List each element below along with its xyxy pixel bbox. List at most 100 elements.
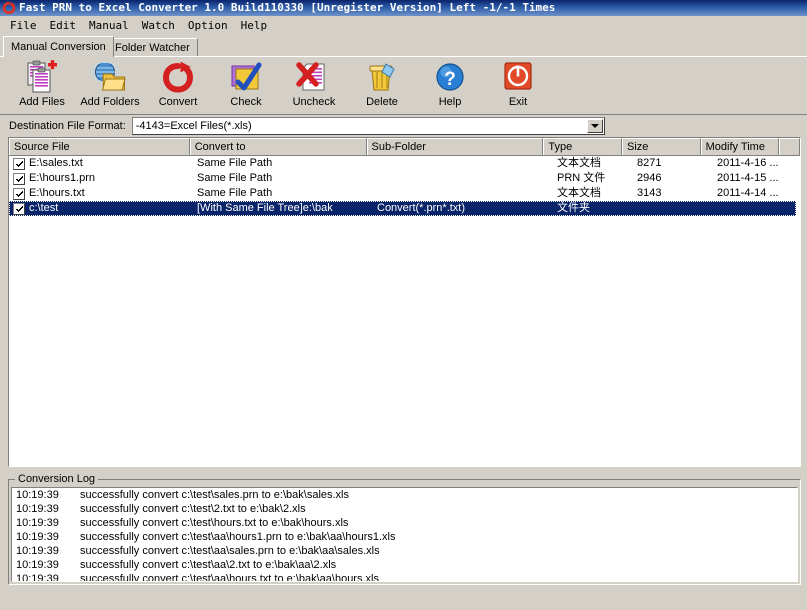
help-label: Help: [438, 96, 462, 108]
row-checkbox[interactable]: [13, 157, 25, 170]
tabstrip: Manual Conversion Folder Watcher: [0, 36, 807, 57]
uncheck-button[interactable]: Uncheck: [280, 57, 348, 113]
cell-convert-to: Same File Path: [197, 187, 273, 199]
window-titlebar: Fast PRN to Excel Converter 1.0 Build110…: [0, 0, 807, 16]
delete-icon: [364, 60, 400, 94]
column-header-filler[interactable]: [779, 138, 800, 155]
cell-source-file: c:\test: [29, 202, 59, 214]
log-message: successfully convert c:\test\aa\2.txt to…: [80, 559, 337, 571]
conversion-log-list[interactable]: 10:19:39 successfully convert c:\test\sa…: [11, 487, 798, 582]
log-time: 10:19:39: [16, 489, 59, 501]
destination-format-combobox[interactable]: -4143=Excel Files(*.xls): [131, 117, 605, 135]
window-title: Fast PRN to Excel Converter 1.0 Build110…: [19, 1, 556, 14]
help-button[interactable]: ? Help: [416, 57, 484, 113]
menu-item-file[interactable]: File: [4, 17, 44, 34]
destination-format-row: Destination File Format: -4143=Excel Fil…: [0, 115, 807, 137]
menu-item-help[interactable]: Help: [235, 17, 275, 34]
list-item[interactable]: 10:19:39 successfully convert c:\test\aa…: [12, 572, 797, 582]
uncheck-icon: [296, 60, 332, 94]
add-files-button[interactable]: Add Files: [8, 57, 76, 113]
row-checkbox[interactable]: [13, 187, 25, 200]
cell-source-file: E:\hours1.prn: [29, 172, 96, 184]
row-checkbox[interactable]: [13, 202, 25, 215]
menu-item-manual[interactable]: Manual: [83, 17, 136, 34]
log-message: successfully convert c:\test\2.txt to e:…: [80, 503, 306, 515]
cell-type: 文本文档: [557, 187, 601, 199]
list-item[interactable]: 10:19:39 successfully convert c:\test\sa…: [12, 488, 797, 502]
destination-format-label: Destination File Format:: [9, 120, 126, 132]
delete-button[interactable]: Delete: [348, 57, 416, 113]
help-icon: ?: [432, 60, 468, 94]
row-checkbox[interactable]: [13, 172, 25, 185]
column-header-type[interactable]: Type: [543, 138, 622, 155]
add-files-icon: [24, 60, 60, 94]
check-label: Check: [230, 96, 262, 108]
exit-label: Exit: [508, 96, 528, 108]
add-folders-button[interactable]: Add Folders: [76, 57, 144, 113]
check-icon: [228, 60, 264, 94]
cell-convert-to: Same File Path: [197, 172, 273, 184]
file-list-body: E:\sales.txt Same File Path 文本文档 8271 20…: [9, 156, 800, 216]
cell-type: 文件夹: [557, 202, 590, 214]
menu-item-edit[interactable]: Edit: [44, 17, 84, 34]
convert-arrow-icon: [2, 1, 16, 15]
cell-modify-time: 2011-4-14 ...: [717, 187, 779, 199]
table-row[interactable]: E:\hours.txt Same File Path 文本文档 3143 20…: [9, 186, 800, 201]
cell-type: PRN 文件: [557, 172, 606, 184]
cell-convert-to: Same File Path: [197, 157, 273, 169]
list-item[interactable]: 10:19:39 successfully convert c:\test\2.…: [12, 502, 797, 516]
cell-size: 3143: [637, 187, 662, 199]
cell-modify-time: 2011-4-16 ...: [717, 157, 779, 169]
file-list: Source File Convert to Sub-Folder Type S…: [8, 137, 801, 467]
log-time: 10:19:39: [16, 559, 59, 571]
add-folders-label: Add Folders: [80, 96, 140, 108]
list-item[interactable]: 10:19:39 successfully convert c:\test\aa…: [12, 544, 797, 558]
log-time: 10:19:39: [16, 545, 59, 557]
list-item[interactable]: 10:19:39 successfully convert c:\test\ho…: [12, 516, 797, 530]
log-message: successfully convert c:\test\aa\hours.tx…: [80, 573, 379, 582]
column-header-convert-to[interactable]: Convert to: [189, 138, 367, 155]
column-header-modify-time[interactable]: Modify Time: [700, 138, 780, 155]
table-row[interactable]: E:\sales.txt Same File Path 文本文档 8271 20…: [9, 156, 800, 171]
tab-underline: [0, 56, 807, 57]
log-time: 10:19:39: [16, 573, 59, 582]
cell-convert-to: [With Same File Tree]e:\bak: [197, 202, 333, 214]
cell-sub-folder: Convert(*.prn*.txt): [377, 202, 466, 214]
toolbar: Add Files Add Folders Convert Check Unch…: [0, 57, 807, 115]
menu-item-option[interactable]: Option: [182, 17, 235, 34]
tab-manual-conversion[interactable]: Manual Conversion: [3, 36, 114, 57]
cell-size: 8271: [637, 157, 662, 169]
list-item[interactable]: 10:19:39 successfully convert c:\test\aa…: [12, 530, 797, 544]
table-row[interactable]: c:\test [With Same File Tree]e:\bak Conv…: [9, 201, 796, 216]
convert-label: Convert: [158, 96, 198, 108]
log-message: successfully convert c:\test\hours.txt t…: [80, 517, 349, 529]
log-message: successfully convert c:\test\aa\hours1.p…: [80, 531, 396, 543]
delete-label: Delete: [366, 96, 398, 108]
log-time: 10:19:39: [16, 503, 59, 515]
log-time: 10:19:39: [16, 517, 59, 529]
tab-folder-watcher[interactable]: Folder Watcher: [107, 38, 198, 57]
log-message: successfully convert c:\test\sales.prn t…: [80, 489, 350, 501]
column-header-size[interactable]: Size: [622, 138, 701, 155]
statusbar: [0, 606, 807, 610]
column-header-sub-folder[interactable]: Sub-Folder: [366, 138, 544, 155]
table-row[interactable]: E:\hours1.prn Same File Path PRN 文件 2946…: [9, 171, 800, 186]
destination-format-value: -4143=Excel Files(*.xls): [135, 120, 252, 132]
check-button[interactable]: Check: [212, 57, 280, 113]
conversion-log-title: Conversion Log: [15, 473, 99, 485]
convert-button[interactable]: Convert: [144, 57, 212, 113]
list-item[interactable]: 10:19:39 successfully convert c:\test\aa…: [12, 558, 797, 572]
svg-text:?: ?: [444, 69, 456, 90]
file-list-header: Source File Convert to Sub-Folder Type S…: [9, 138, 800, 156]
chevron-down-icon[interactable]: [586, 119, 603, 133]
conversion-log-group: Conversion Log 10:19:39 successfully con…: [8, 473, 801, 585]
uncheck-label: Uncheck: [292, 96, 336, 108]
menu-item-watch[interactable]: Watch: [136, 17, 182, 34]
cell-size: 2946: [637, 172, 662, 184]
add-files-label: Add Files: [19, 96, 65, 108]
exit-icon: [500, 60, 536, 94]
column-header-source-file[interactable]: Source File: [9, 138, 190, 155]
convert-icon: [160, 60, 196, 94]
cell-source-file: E:\sales.txt: [29, 157, 83, 169]
exit-button[interactable]: Exit: [484, 57, 552, 113]
